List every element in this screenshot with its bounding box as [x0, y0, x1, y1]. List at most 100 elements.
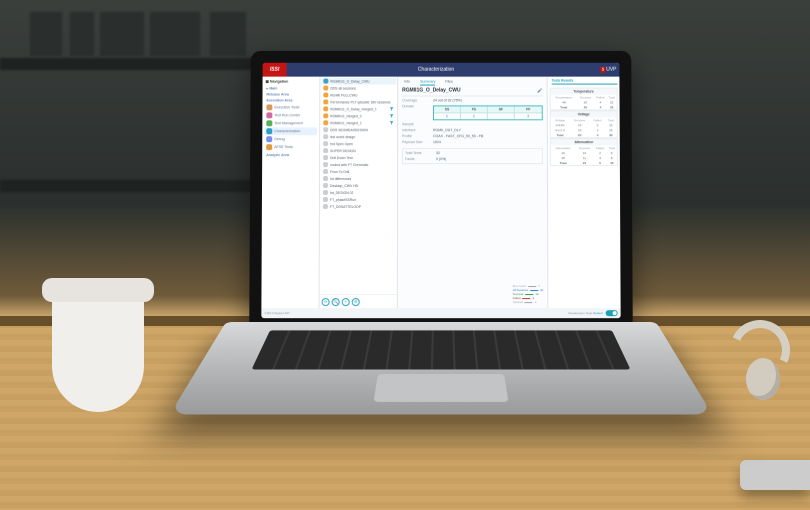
nav-icon	[266, 104, 272, 110]
list-item[interactable]: hrd Spec Open	[321, 140, 396, 147]
total-tests-value: 32	[436, 151, 540, 155]
list-item[interactable]: From To Drill	[321, 168, 396, 175]
faults-value: 0 (0%)	[436, 157, 540, 161]
domain-label: Domain	[402, 104, 430, 120]
sidebar-item-characterization[interactable]: Characterization	[264, 127, 317, 135]
coverage-value: 24 out of 32 (75%)	[433, 98, 543, 102]
status-dot-icon	[323, 99, 328, 104]
nav-label: Test Management	[274, 121, 303, 125]
list-item[interactable]: RGMII1G_merged_2	[321, 112, 396, 119]
nav-icon	[266, 136, 272, 142]
settings-button[interactable]: ⚙	[352, 298, 360, 306]
sidebar-item-afse-tests[interactable]: AFSE Tests	[264, 143, 317, 151]
list-item-label: RGMII FULLCWU	[330, 93, 357, 97]
search-button[interactable]: 🔍	[332, 298, 340, 306]
list-item[interactable]: Int differences	[321, 175, 396, 182]
brand-right: sUVP	[585, 67, 619, 73]
nav-section-execution[interactable]: Execution Area	[264, 97, 317, 102]
sidebar-item-test-management[interactable]: Test Management	[264, 119, 317, 127]
list-item[interactable]: Int_DESIGN 02	[321, 189, 396, 196]
details-tabs: Info Summary Files	[402, 79, 543, 86]
tab-summary[interactable]: Summary	[420, 79, 435, 86]
filter-icon[interactable]	[389, 106, 394, 111]
profile-value: COAX - FAST_CFG_50_50 - FB	[433, 134, 543, 138]
brand-left: ISSI	[263, 63, 287, 77]
nav-label: Characterization	[274, 129, 300, 133]
list-item[interactable]: Desktop_CWV HD	[321, 182, 396, 189]
tab-info[interactable]: Info	[404, 79, 410, 86]
status-dot-icon	[323, 162, 328, 167]
result-panel-voltage: VoltageVoltageSuccessFailedTotalV-0.9V10…	[550, 110, 618, 138]
nav-icon	[266, 144, 272, 150]
list-item-label: SUPER DESIGN	[330, 149, 356, 153]
list-item[interactable]: RGMII FULLCWU	[321, 92, 396, 99]
list-item[interactable]: FT_DDSATTELOOP	[321, 203, 396, 210]
list-item-label: Drill Down Test	[330, 156, 353, 160]
list-item[interactable]: SUPER DESIGN	[321, 147, 396, 154]
list-item[interactable]: DDS SEGMEASDESIGN	[321, 126, 396, 133]
bg-book	[70, 12, 94, 56]
status-dot-icon	[323, 93, 328, 98]
payload-value: 1024	[433, 140, 543, 144]
status-dot-icon	[323, 183, 328, 188]
sidebar-item-debug[interactable]: Debug	[264, 135, 317, 143]
status-dot-icon	[323, 190, 328, 195]
list-item[interactable]: xooind with FT Chromatic	[321, 161, 396, 168]
status-dot-icon	[323, 120, 328, 125]
coffee-cup	[40, 278, 160, 428]
phone	[740, 460, 810, 490]
status-dot-icon	[323, 134, 328, 139]
list-item[interactable]: link world design	[321, 133, 396, 140]
list-item-label: Performance PLT qdouble 18V sessions	[330, 100, 390, 104]
filter-icon[interactable]	[389, 113, 394, 118]
workspace: ▦ Navigation ▸ Main Release Area Executi…	[261, 77, 620, 308]
laptop: ISSI Characterization sUVP ▦ Navigation …	[226, 50, 656, 448]
sidebar-item-execution-tools[interactable]: Execution Tools	[264, 103, 317, 111]
list-item-label: Int_DESIGN 02	[330, 190, 353, 194]
tab-files[interactable]: Files	[445, 79, 453, 86]
nav-icon	[266, 128, 272, 134]
style-link[interactable]: Default	[593, 311, 603, 315]
table-total-row: Total24516	[551, 160, 617, 165]
list-toolbar: ⟳ 🔍 ＋ ⚙	[320, 294, 397, 308]
list-item-label: DDS all sessions	[330, 86, 356, 90]
nav-label: Debug	[274, 137, 285, 141]
refresh-button[interactable]: ⟳	[322, 298, 330, 306]
status-dot-icon	[323, 204, 328, 209]
results-pane: Tests Results TemperatureTemperatureSucc…	[548, 77, 621, 308]
list-item[interactable]: DDS all sessions	[321, 85, 396, 92]
status-dot-icon	[323, 141, 328, 146]
style-toggle[interactable]	[606, 310, 618, 316]
sidebar-item-test-run-center[interactable]: Test Run Center	[264, 111, 317, 119]
results-tab[interactable]: Tests Results	[552, 79, 618, 85]
list-item[interactable]: Performance PLT qdouble 18V sessions	[321, 98, 396, 105]
nav-section-release[interactable]: Release Area	[264, 92, 317, 97]
nav-label: AFSE Tests	[274, 145, 293, 149]
nav-header: ▦ Navigation	[265, 79, 318, 85]
list-item-label: RGMII1G_merged_1	[330, 121, 361, 125]
list-item[interactable]: Drill Down Test	[321, 154, 396, 161]
table-total-row: Total20430	[551, 132, 617, 137]
test-name: RGMII1G_O_Delay_CWU	[402, 88, 460, 94]
add-button[interactable]: ＋	[342, 298, 350, 306]
filter-icon[interactable]	[389, 120, 394, 125]
status-dot-icon	[323, 106, 328, 111]
list-item[interactable]: RGMII1G_O_Delay_merged_1	[321, 105, 396, 112]
list-item[interactable]: FT_phaseSSRun	[321, 196, 396, 203]
nav-label: Execution Tools	[274, 105, 299, 109]
titlebar: ISSI Characterization sUVP	[263, 63, 620, 77]
list-item-label: xooind with FT Chromatic	[330, 163, 368, 167]
run-legend: Run Count7All Sessions32Success24Failed4…	[513, 284, 544, 304]
list-item-label: FT_DDSATTELOOP	[330, 204, 361, 208]
list-item[interactable]: RGMII1G_merged_1	[321, 119, 396, 126]
list-item-label: hrd Spec Open	[330, 142, 353, 146]
list-item-label: FT_phaseSSRun	[330, 197, 356, 201]
totals-box: Total Tests 32 Faults 0 (0%)	[402, 148, 543, 164]
list-item[interactable]: RGMII1G_O_Delay_CWU	[321, 78, 396, 85]
nav-section-analytic[interactable]: Analytic Area	[264, 152, 317, 157]
coverage-label: Coverage	[402, 98, 430, 102]
details-pane: Info Summary Files RGMII1G_O_Delay_CWU C…	[398, 77, 549, 308]
edit-icon[interactable]	[537, 88, 543, 94]
nav-section-main[interactable]: ▸ Main	[265, 86, 318, 91]
profile-label: Profile	[402, 134, 430, 138]
